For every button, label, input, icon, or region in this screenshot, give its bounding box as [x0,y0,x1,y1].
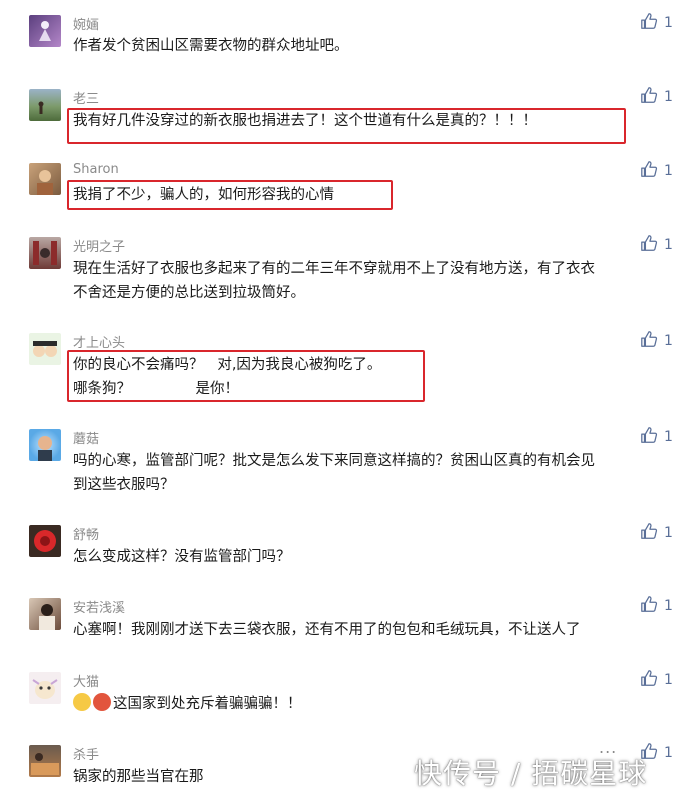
highlight-box [67,180,393,210]
like-count: 1 [664,598,673,614]
like-button[interactable]: 1 [640,160,673,182]
comment-line: 作者发个贫困山区需要衣物的群众地址吧。 [73,38,349,54]
avatar[interactable] [29,15,61,47]
face-emoji-icon [73,693,91,711]
highlight-box [67,350,425,402]
comment-text: 現在生活好了衣服也多起来了有的二年三年不穿就用不上了没有地方送，有了衣衣 不舍还… [73,257,673,305]
like-button[interactable]: 1 [640,595,673,617]
like-count: 1 [664,745,673,761]
comment-author[interactable]: 光明之子 [73,236,125,255]
watermark: 快传号 / 捂碳星球 [414,757,648,790]
highlight-box [67,108,626,144]
like-button[interactable]: 1 [640,330,673,352]
comment-line: 怎么变成这样？没有监管部门吗？ [73,549,291,565]
comment-text: 作者发个贫困山区需要衣物的群众地址吧。 [73,34,673,58]
comment-author[interactable]: 安若浅溪 [73,597,125,616]
thumbs-up-icon [640,160,658,182]
angry-face-emoji-icon [93,693,111,711]
avatar[interactable] [29,429,61,461]
comment-line: 到这些衣服吗？ [73,477,175,493]
avatar[interactable] [29,89,61,121]
comment-text: 这国家到处充斥着骗骗骗！！ [73,692,673,716]
comment-line: 現在生活好了衣服也多起来了有的二年三年不穿就用不上了没有地方送，有了衣衣 [73,261,595,277]
avatar[interactable] [29,598,61,630]
avatar[interactable] [29,672,61,704]
comment-text: 怎么变成这样？没有监管部门吗？ [73,545,673,569]
thumbs-up-icon [640,669,658,691]
comment-author[interactable]: Sharon [73,162,119,177]
comment-line: 吗的心寒，监管部门呢？批文是怎么发下来同意这样搞的？贫困山区真的有机会见 [73,453,595,469]
thumbs-up-icon [640,86,658,108]
comment-author[interactable]: 舒畅 [73,524,99,543]
avatar[interactable] [29,163,61,195]
comment-author[interactable]: 大猫 [73,671,99,690]
thumbs-up-icon [640,234,658,256]
thumbs-up-icon [640,330,658,352]
comment-text: 心塞啊！我刚刚才送下去三袋衣服，还有不用了的包包和毛绒玩具，不让送人了 [73,618,673,642]
like-count: 1 [664,525,673,541]
comment-line: 心塞啊！我刚刚才送下去三袋衣服，还有不用了的包包和毛绒玩具，不让送人了 [73,622,581,638]
like-button[interactable]: 1 [640,522,673,544]
like-count: 1 [664,163,673,179]
comment-author[interactable]: 蘑菇 [73,428,99,447]
comment-author[interactable]: 婉婳 [73,14,99,33]
thumbs-up-icon [640,426,658,448]
avatar[interactable] [29,525,61,557]
comment-line-text: 这国家到处充斥着骗骗骗！！ [113,696,302,712]
like-button[interactable]: 1 [640,669,673,691]
like-button[interactable]: 1 [640,234,673,256]
like-button[interactable]: 1 [640,12,673,34]
comment-author[interactable]: 杀手 [73,744,99,763]
like-count: 1 [664,333,673,349]
avatar[interactable] [29,745,61,777]
like-count: 1 [664,429,673,445]
like-button[interactable]: 1 [640,426,673,448]
thumbs-up-icon [640,12,658,34]
avatar[interactable] [29,237,61,269]
like-count: 1 [664,89,673,105]
thumbs-up-icon [640,522,658,544]
avatar[interactable] [29,333,61,365]
comment-text: 吗的心寒，监管部门呢？批文是怎么发下来同意这样搞的？贫困山区真的有机会见 到这些… [73,449,673,497]
like-count: 1 [664,237,673,253]
comment-author[interactable]: 才上心头 [73,332,125,351]
thumbs-up-icon [640,595,658,617]
comment-author[interactable]: 老三 [73,88,99,107]
like-button[interactable]: 1 [640,86,673,108]
like-count: 1 [664,15,673,31]
comment-line: 不舍还是方便的总比送到拉圾筒好。 [73,285,305,301]
comment-line: 这国家到处充斥着骗骗骗！！ [73,692,673,716]
like-count: 1 [664,672,673,688]
